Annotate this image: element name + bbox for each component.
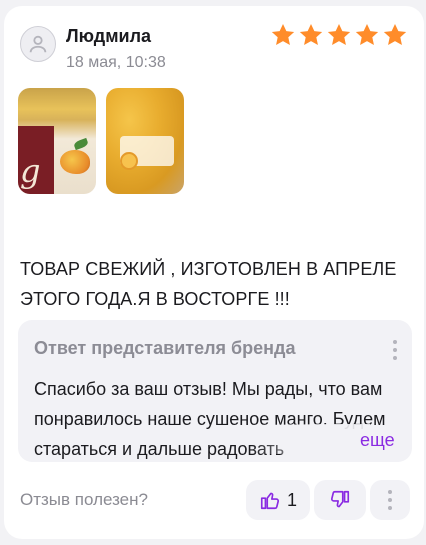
star-icon bbox=[327, 23, 351, 45]
review-text: ТОВАР СВЕЖИЙ , ИЗГОТОВЛЕН В АПРЕЛЕ ЭТОГО… bbox=[20, 259, 397, 309]
review-photos: g bbox=[18, 88, 184, 194]
mango-leaf bbox=[73, 137, 89, 151]
dislike-button[interactable] bbox=[314, 480, 366, 520]
reply-title: Ответ представителя бренда bbox=[34, 338, 296, 358]
more-button[interactable] bbox=[370, 480, 410, 520]
thumb-down-icon bbox=[330, 490, 350, 508]
more-vertical-icon bbox=[388, 490, 392, 510]
user-icon bbox=[29, 35, 47, 53]
thumb-up-icon bbox=[260, 492, 280, 510]
star-icon bbox=[355, 23, 379, 45]
review-photo-dried-mango[interactable] bbox=[106, 88, 184, 194]
reply-fade bbox=[250, 424, 370, 454]
like-button[interactable]: 1 bbox=[246, 480, 310, 520]
star-icon bbox=[299, 23, 323, 45]
like-count: 1 bbox=[286, 489, 297, 510]
review-photo-package[interactable]: g bbox=[18, 88, 96, 194]
avatar bbox=[20, 26, 56, 62]
mango-fruit bbox=[60, 150, 90, 174]
star-icon bbox=[383, 23, 407, 45]
review-card: Людмила 18 мая, 10:38 g ТОВАР СВЕЖИЙ , И… bbox=[4, 6, 424, 539]
package-letter: g bbox=[20, 152, 41, 190]
reply-expand-link[interactable]: еще bbox=[360, 430, 395, 451]
star-icon bbox=[271, 23, 295, 45]
rating-stars bbox=[270, 22, 408, 48]
review-date: 18 мая, 10:38 bbox=[66, 54, 166, 71]
review-author: Людмила bbox=[66, 26, 152, 46]
brand-reply: Ответ представителя бренда Спасибо за ва… bbox=[18, 320, 412, 462]
helpful-label: Отзыв полезен? bbox=[20, 490, 148, 509]
reply-menu-icon[interactable] bbox=[392, 340, 398, 360]
package-sticker bbox=[120, 152, 138, 170]
